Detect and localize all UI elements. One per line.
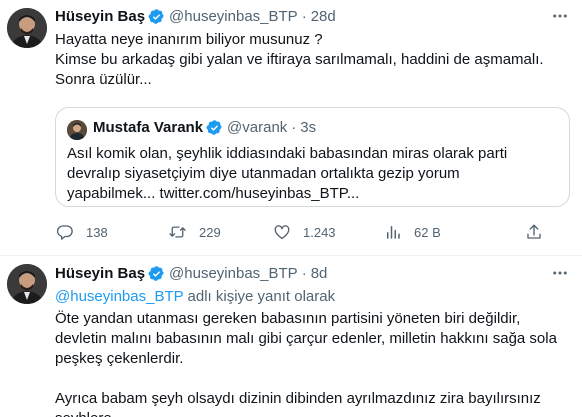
quoted-author-name: Mustafa Varank: [93, 119, 204, 136]
tweet-time[interactable]: 8d: [311, 265, 328, 282]
author-handle[interactable]: @huseyinbas_BTP: [169, 265, 298, 282]
author-handle[interactable]: @huseyinbas_BTP: [169, 8, 298, 25]
tweet-text-line: devletin malını babasının malı gibi çarç…: [55, 330, 557, 347]
more-dots-icon: [553, 14, 567, 18]
tweet-2[interactable]: Hüseyin Baş @huseyinbas_BTP · 8d @huseyi…: [0, 256, 582, 417]
views-count: 62 B: [414, 224, 441, 240]
author-avatar[interactable]: [7, 264, 47, 304]
views-button[interactable]: 62 B: [383, 223, 504, 242]
tweet-header: Hüseyin Baş @huseyinbas_BTP · 8d: [55, 263, 327, 283]
tweet-text-line: şeyhlere...: [55, 409, 557, 417]
avatar-photo-icon: [7, 8, 47, 48]
separator-dot: ·: [301, 264, 307, 282]
verified-badge-icon: [148, 265, 164, 281]
separator-dot: ·: [291, 119, 297, 136]
author-name[interactable]: Hüseyin Baş: [55, 265, 145, 282]
reply-mention-link[interactable]: @huseyinbas_BTP: [55, 288, 183, 305]
avatar-photo-icon: [7, 264, 47, 304]
quoted-author-handle: @varank: [227, 119, 288, 136]
avatar-photo-icon: [67, 120, 87, 140]
reply-to-label: adlı kişiye yanıt olarak: [183, 288, 336, 305]
quoted-tweet-time: 3s: [300, 119, 317, 136]
views-chart-icon: [383, 223, 402, 242]
share-button[interactable]: [524, 223, 543, 242]
tweet-text-line: Kimse bu arkadaş gibi yalan ve iftiraya …: [55, 51, 544, 68]
tweet-text-line: Öte yandan utanması gereken babasının pa…: [55, 310, 521, 327]
quoted-tweet-text: Asıl komik olan, şeyhlik iddiasındaki ba…: [67, 144, 507, 204]
retweet-icon: [168, 223, 187, 242]
tweet-text-line: peşkeş çekenlerdir.: [55, 350, 184, 367]
verified-badge-icon: [206, 120, 222, 135]
tweet-1[interactable]: Hüseyin Baş @huseyinbas_BTP · 28d Hayatt…: [0, 0, 582, 255]
share-icon: [524, 223, 543, 242]
tweet-time[interactable]: 28d: [311, 8, 336, 25]
retweet-count: 229: [199, 224, 221, 240]
more-dots-icon: [553, 271, 567, 275]
heart-icon: [272, 223, 291, 242]
author-avatar[interactable]: [7, 8, 47, 48]
tweet-text-line: Sonra üzülür...: [55, 71, 152, 88]
tweet-actions: 138 229 1.243 62 B: [55, 222, 570, 242]
quoted-author-avatar: [67, 120, 87, 140]
verified-badge-icon: [148, 8, 164, 24]
quoted-text-line: yapabilmek... twitter.com/huseyinbas_BTP…: [67, 185, 360, 202]
author-name[interactable]: Hüseyin Baş: [55, 8, 145, 25]
replying-to: @huseyinbas_BTP adlı kişiye yanıt olarak: [55, 287, 335, 307]
quoted-text-line: devralıp siyasetçiyim diye utanmadan ort…: [67, 165, 460, 182]
quoted-tweet[interactable]: Mustafa Varank @varank · 3s Asıl komik o…: [55, 107, 570, 207]
tweet-text-line: Hayatta neye inanırım biliyor musunuz ?: [55, 31, 323, 48]
quoted-tweet-header: Mustafa Varank @varank · 3s: [93, 119, 316, 136]
more-options-button[interactable]: [550, 263, 570, 283]
reply-icon: [55, 223, 74, 242]
retweet-button[interactable]: 229: [168, 223, 272, 242]
like-button[interactable]: 1.243: [272, 223, 383, 242]
quoted-text-line: Asıl komik olan, şeyhlik iddiasındaki ba…: [67, 145, 508, 162]
separator-dot: ·: [301, 7, 307, 25]
tweet-header: Hüseyin Baş @huseyinbas_BTP · 28d: [55, 6, 336, 26]
tweet-text: Hayatta neye inanırım biliyor musunuz ? …: [55, 30, 544, 90]
reply-button[interactable]: 138: [55, 223, 168, 242]
like-count: 1.243: [303, 224, 336, 240]
tweet-text-line: Ayrıca babam şeyh olsaydı dizinin dibind…: [55, 390, 541, 407]
reply-count: 138: [86, 224, 108, 240]
more-options-button[interactable]: [550, 6, 570, 26]
tweet-text: Öte yandan utanması gereken babasının pa…: [55, 309, 557, 417]
